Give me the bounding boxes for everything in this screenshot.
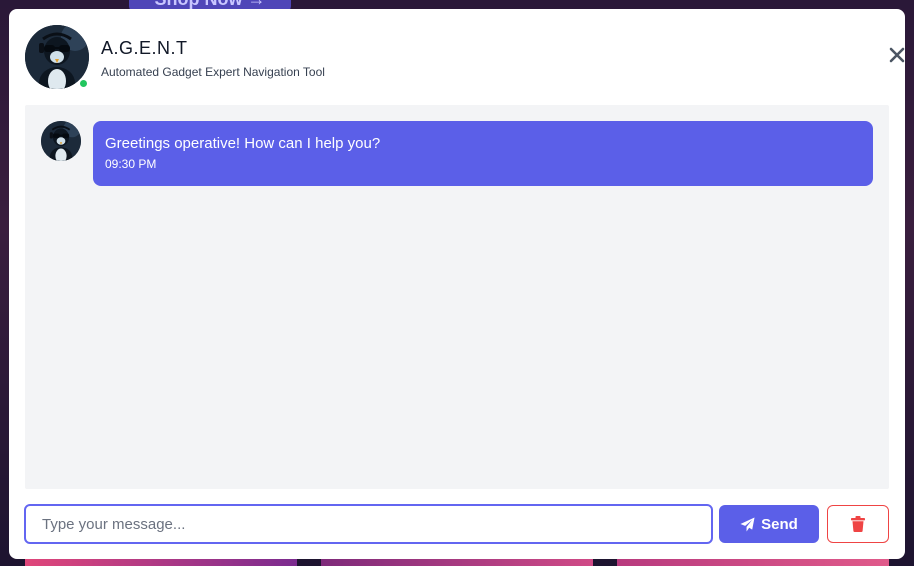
message-agent-avatar [41, 121, 81, 161]
message-input[interactable] [24, 504, 713, 544]
send-button[interactable]: Send [719, 505, 819, 543]
message-timestamp: 09:30 PM [105, 157, 157, 171]
close-button[interactable] [887, 45, 907, 65]
online-status-dot [78, 78, 89, 89]
chat-messages-area[interactable]: Greetings operative! How can I help you?… [25, 105, 889, 489]
clear-chat-button[interactable] [827, 505, 889, 543]
close-icon [889, 47, 905, 63]
message-text: Greetings operative! How can I help you? [105, 135, 381, 152]
agent-name: A.G.E.N.T [101, 38, 188, 58]
paper-plane-icon [740, 516, 755, 532]
trash-icon [851, 516, 865, 532]
chat-header: A.G.E.N.T Automated Gadget Expert Naviga… [25, 25, 905, 89]
send-button-label: Send [761, 515, 798, 533]
chat-modal: A.G.E.N.T Automated Gadget Expert Naviga… [9, 9, 905, 559]
agent-subtitle: Automated Gadget Expert Navigation Tool [101, 65, 325, 79]
agent-message-bubble: Greetings operative! How can I help you?… [93, 121, 873, 186]
penguin-avatar-image [41, 121, 81, 161]
